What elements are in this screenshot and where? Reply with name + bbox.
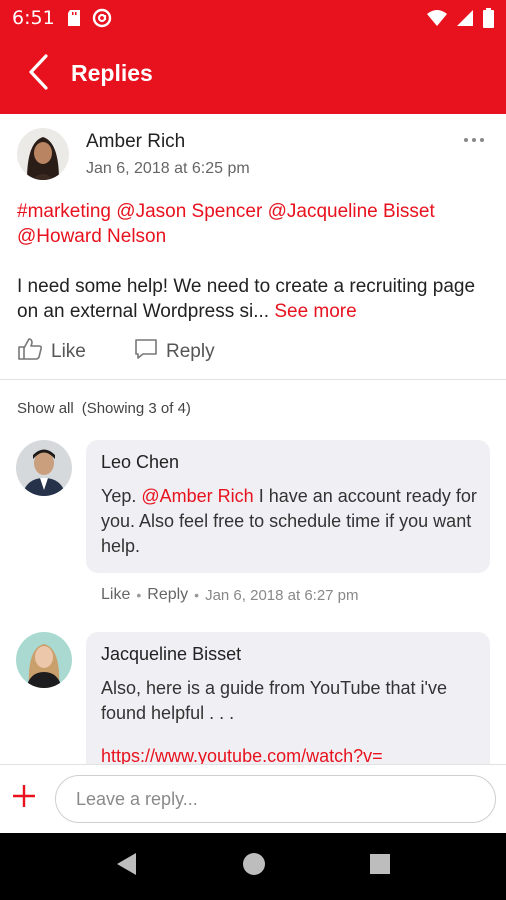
mention-howard-nelson[interactable]: @Howard Nelson (17, 226, 166, 247)
reply-composer (0, 764, 506, 833)
status-right-icons (427, 8, 494, 33)
page-title: Replies (71, 60, 153, 86)
comment-bubble: Leo Chen Yep. @Amber Rich I have an acco… (86, 440, 490, 573)
post-timestamp: Jan 6, 2018 at 6:25 pm (86, 160, 250, 177)
replies-content[interactable]: Amber Rich Jan 6, 2018 at 6:25 pm #marke… (0, 114, 506, 764)
reply-button[interactable]: Reply (134, 338, 215, 366)
separator-dot: • (194, 587, 200, 603)
avatar[interactable] (17, 128, 69, 180)
at-sign-icon (92, 8, 112, 33)
thumbs-up-icon (17, 337, 43, 367)
comment-text: Yep. @Amber Rich I have an account ready… (101, 484, 481, 559)
post-body: I need some help! We need to create a re… (17, 274, 497, 324)
mention-jacqueline-bisset[interactable]: @Jacqueline Bisset (268, 201, 435, 222)
status-bar: 6:51 (0, 0, 506, 36)
replies-header: Show all (Showing 3 of 4) (17, 400, 191, 417)
add-attachment-button[interactable] (8, 782, 40, 814)
wifi-icon (427, 10, 447, 31)
comment-text-body: Also, here is a guide from YouTube that … (101, 678, 447, 723)
showing-count: (Showing 3 of 4) (81, 400, 191, 417)
youtube-link[interactable]: https://www.youtube.com/watch?v= (101, 746, 383, 764)
post-body-text: I need some help! We need to create a re… (17, 276, 476, 322)
more-options-button[interactable] (464, 132, 488, 148)
app-bar: Replies (0, 36, 506, 114)
reply-label: Reply (166, 341, 215, 362)
comment-timestamp: Jan 6, 2018 at 6:27 pm (205, 586, 359, 604)
avatar[interactable] (16, 440, 72, 496)
comment-text-lead: Yep. (101, 486, 142, 506)
comment-reply-button[interactable]: Reply (147, 586, 188, 604)
like-label: Like (51, 341, 86, 362)
show-all-link[interactable]: Show all (17, 400, 74, 417)
post-tags: #marketing @Jason Spencer @Jacqueline Bi… (17, 199, 497, 249)
system-nav-bar (0, 833, 506, 900)
like-button[interactable]: Like (17, 338, 86, 366)
comment-text: Also, here is a guide from YouTube that … (101, 676, 481, 726)
sd-card-icon (66, 9, 82, 32)
comment-bubble-icon (134, 338, 158, 366)
recents-square-icon (369, 853, 391, 880)
nav-home-button[interactable] (240, 852, 268, 880)
comment-meta: Like • Reply • Jan 6, 2018 at 6:27 pm (101, 586, 359, 604)
back-triangle-icon (115, 852, 137, 881)
back-chevron-icon (27, 53, 49, 95)
separator-dot: • (136, 587, 142, 603)
original-post: Amber Rich Jan 6, 2018 at 6:25 pm #marke… (0, 114, 506, 380)
dot-icon (464, 138, 468, 142)
comment-author[interactable]: Jacqueline Bisset (101, 644, 241, 665)
signal-icon (457, 10, 473, 31)
post-author[interactable]: Amber Rich (86, 131, 185, 153)
tag-marketing[interactable]: #marketing (17, 201, 111, 222)
comment-like-button[interactable]: Like (101, 586, 130, 604)
status-time: 6:51 (12, 7, 55, 29)
dot-icon (480, 138, 484, 142)
back-button[interactable] (18, 53, 58, 95)
nav-back-button[interactable] (112, 852, 140, 880)
status-left-icons (66, 8, 112, 33)
mention-jason-spencer[interactable]: @Jason Spencer (116, 201, 262, 222)
mention-amber-rich[interactable]: @Amber Rich (141, 486, 253, 506)
comment-bubble: Jacqueline Bisset Also, here is a guide … (86, 632, 490, 764)
see-more-link[interactable]: See more (274, 301, 356, 322)
avatar[interactable] (16, 632, 72, 688)
comment-link-row: https://www.youtube.com/watch?v= (101, 744, 481, 764)
reply-input[interactable] (55, 775, 496, 823)
battery-icon (483, 8, 494, 33)
comment-author[interactable]: Leo Chen (101, 452, 179, 473)
plus-icon (12, 784, 36, 813)
home-circle-icon (242, 852, 266, 881)
dot-icon (472, 138, 476, 142)
nav-recents-button[interactable] (366, 852, 394, 880)
